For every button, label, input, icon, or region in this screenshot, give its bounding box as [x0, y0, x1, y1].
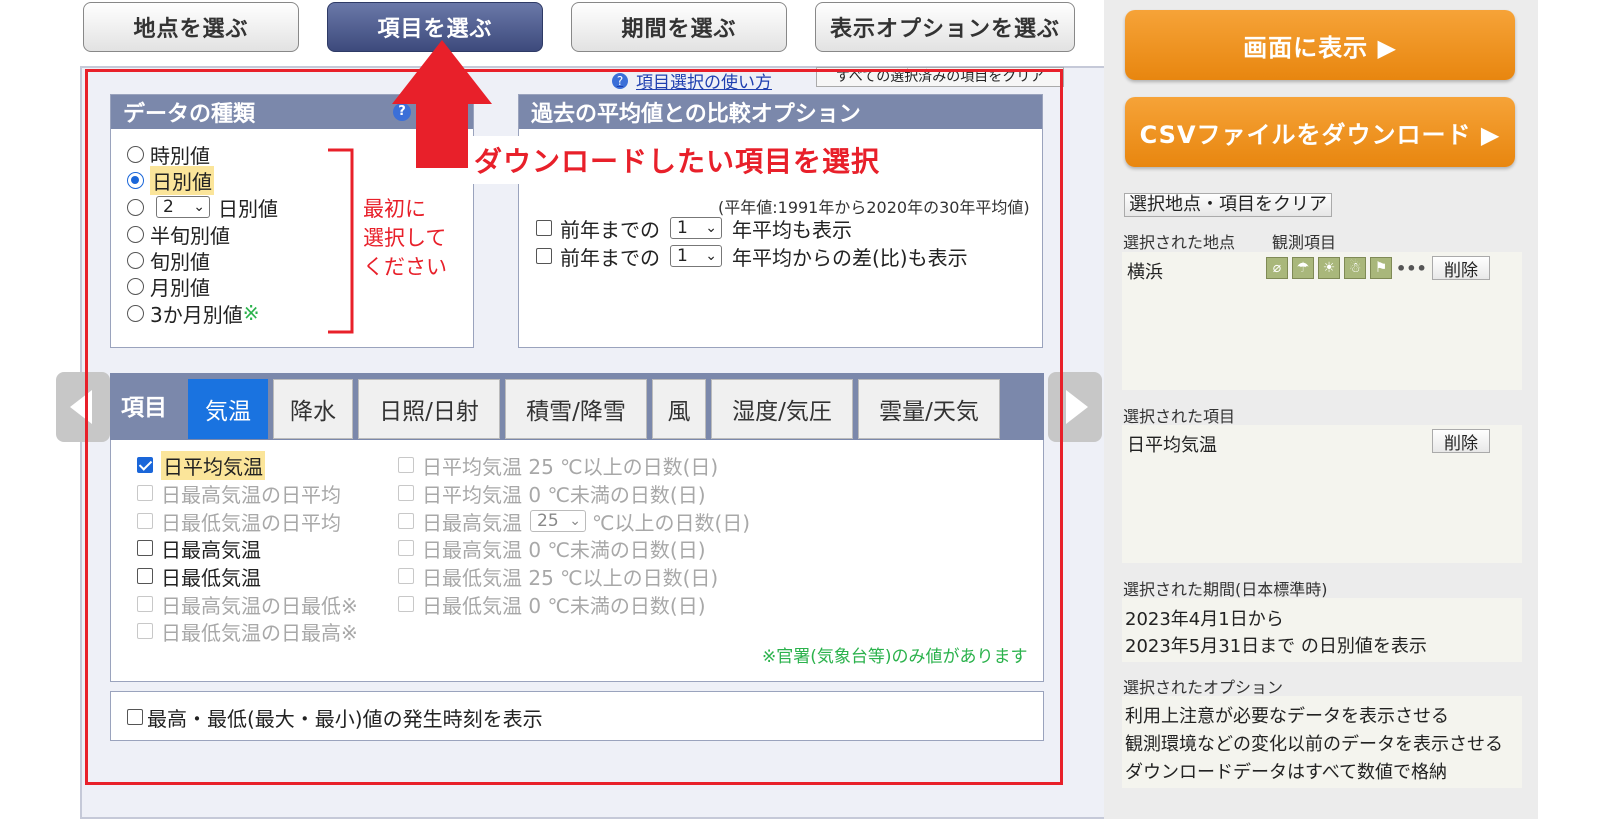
annotation-red-frame: [85, 69, 1063, 785]
selected-item-value: 日平均気温: [1127, 435, 1217, 456]
tab-select-display-options[interactable]: 表示オプションを選ぶ: [815, 2, 1075, 52]
clear-selection-button[interactable]: 選択地点・項目をクリア: [1124, 193, 1332, 217]
thermometer-icon: ⌀: [1266, 257, 1288, 279]
selected-period-label: 選択された期間(日本標準時): [1123, 580, 1328, 599]
sun-icon: ☀: [1318, 257, 1340, 279]
snowman-icon: ☃: [1344, 257, 1366, 279]
show-on-screen-button[interactable]: 画面に表示 ▶: [1125, 10, 1515, 80]
station-observation-icons: ⌀ ☂ ☀ ☃ ⚑ •••: [1266, 257, 1427, 279]
csv-download-button[interactable]: CSVファイルをダウンロード ▶: [1125, 97, 1515, 167]
umbrella-icon: ☂: [1292, 257, 1314, 279]
tab-select-period[interactable]: 期間を選ぶ: [571, 2, 787, 52]
selected-station-label: 選択された地点: [1123, 233, 1236, 252]
more-icon: •••: [1396, 258, 1427, 278]
selected-items-label: 選択された項目: [1123, 407, 1236, 426]
station-name: 横浜: [1127, 262, 1163, 283]
option-line: ダウンロードデータはすべて数値で格納: [1125, 762, 1448, 783]
tab-select-location[interactable]: 地点を選ぶ: [83, 2, 299, 52]
period-to: 2023年5月31日まで の日別値を表示: [1125, 636, 1427, 657]
delete-station-button[interactable]: 削除: [1432, 256, 1490, 281]
option-line: 利用上注意が必要なデータを表示させる: [1125, 706, 1449, 727]
option-line: 観測環境などの変化以前のデータを表示させる: [1125, 734, 1503, 755]
wind-icon: ⚑: [1370, 257, 1392, 279]
observed-items-label: 観測項目: [1272, 233, 1337, 252]
delete-item-button[interactable]: 削除: [1432, 429, 1490, 454]
selected-options-label: 選択されたオプション: [1123, 678, 1284, 697]
period-from: 2023年4月1日から: [1125, 609, 1284, 630]
